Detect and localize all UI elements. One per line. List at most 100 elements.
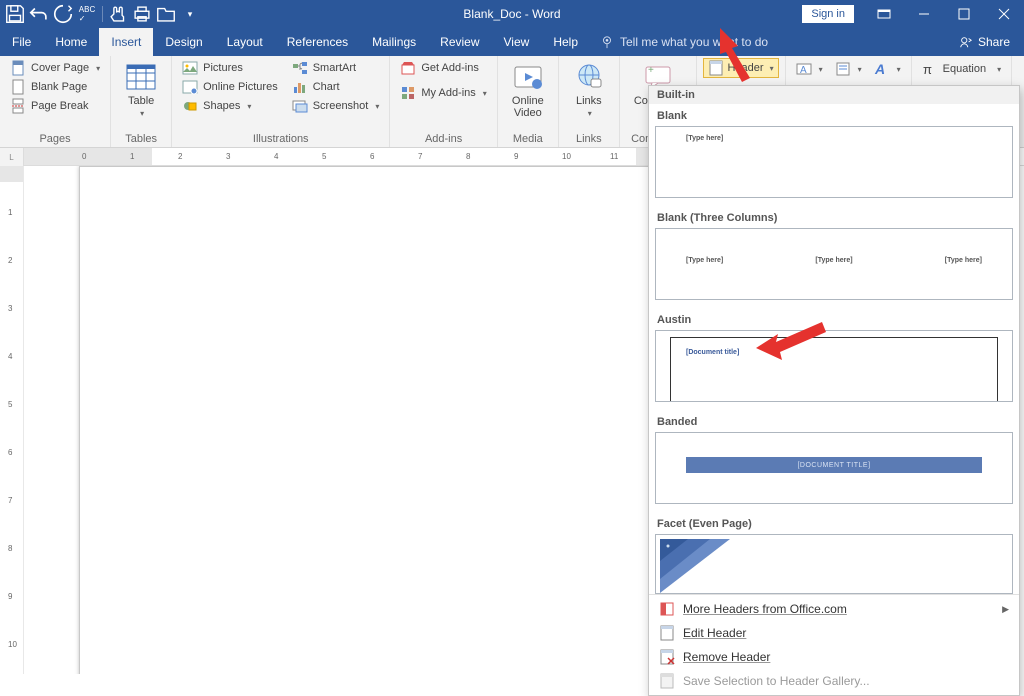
tab-design[interactable]: Design <box>153 28 214 56</box>
ruler-corner: L <box>0 148 24 166</box>
vertical-ruler[interactable]: 12345678910 <box>0 166 24 674</box>
smartart-icon <box>292 60 308 76</box>
group-label-media: Media <box>498 133 558 147</box>
chevron-right-icon: ▶ <box>1002 604 1009 615</box>
online-video-label: Online Video <box>512 95 544 119</box>
tab-home[interactable]: Home <box>43 28 99 56</box>
equation-button[interactable]: π Equation▾ <box>918 60 1005 78</box>
svg-text:A: A <box>800 65 807 76</box>
tab-references[interactable]: References <box>275 28 360 56</box>
office-icon <box>659 601 675 617</box>
gallery-item-banded[interactable]: [DOCUMENT TITLE] <box>655 432 1013 504</box>
cover-page-button[interactable]: Cover Page▾ <box>6 59 104 77</box>
folder-icon[interactable] <box>155 3 177 25</box>
tab-help[interactable]: Help <box>541 28 590 56</box>
gallery-item-austin[interactable]: [Document title] <box>655 330 1013 402</box>
screenshot-button[interactable]: Screenshot▾ <box>288 97 384 115</box>
close-icon[interactable] <box>984 0 1024 28</box>
video-icon <box>512 61 544 93</box>
tab-insert[interactable]: Insert <box>99 28 153 56</box>
tab-layout[interactable]: Layout <box>215 28 275 56</box>
group-addins: Get Add-ins My Add-ins▾ Add-ins <box>390 56 497 147</box>
qat-customize-icon[interactable]: ▾ <box>179 3 201 25</box>
remove-header-icon <box>659 649 675 665</box>
gallery-section-heading: Built-in <box>649 86 1019 104</box>
group-label-addins: Add-ins <box>390 133 496 147</box>
equation-icon: π <box>922 61 938 77</box>
save-gallery-icon <box>659 673 675 689</box>
quick-parts-button[interactable]: ▾ <box>831 60 866 78</box>
share-button[interactable]: Share <box>945 28 1024 56</box>
links-icon <box>573 61 605 93</box>
redo-icon[interactable] <box>52 3 74 25</box>
gallery-item-blank-three-columns[interactable]: [Type here] [Type here] [Type here] <box>655 228 1013 300</box>
online-pictures-icon <box>182 79 198 95</box>
store-icon <box>400 60 416 76</box>
svg-text:π: π <box>923 62 932 77</box>
chart-button[interactable]: Chart <box>288 78 384 96</box>
tab-mailings[interactable]: Mailings <box>360 28 428 56</box>
page-break-icon <box>10 98 26 114</box>
banded-title-bar: [DOCUMENT TITLE] <box>686 457 982 473</box>
links-button[interactable]: Links▾ <box>565 59 613 121</box>
gallery-item-facet-even[interactable] <box>655 534 1013 594</box>
smartart-button[interactable]: SmartArt <box>288 59 384 77</box>
gallery-item-label: Blank (Three Columns) <box>655 206 1013 228</box>
tab-file[interactable]: File <box>0 28 43 56</box>
undo-icon[interactable] <box>28 3 50 25</box>
page-break-button[interactable]: Page Break <box>6 97 104 115</box>
quickparts-icon <box>835 61 851 77</box>
edit-header-icon <box>659 625 675 641</box>
annotation-arrow-middle <box>756 314 826 369</box>
minimize-icon[interactable] <box>904 0 944 28</box>
facet-triangle-icon <box>660 539 730 593</box>
online-video-button[interactable]: Online Video <box>504 59 552 121</box>
spelling-icon[interactable]: ABC✓ <box>76 3 98 25</box>
group-illustrations: Pictures Online Pictures Shapes▾ SmartAr… <box>172 56 390 147</box>
signin-button[interactable]: Sign in <box>802 5 854 23</box>
header-gallery-dropdown: Built-in Blank [Type here] Blank (Three … <box>648 85 1020 696</box>
table-button[interactable]: Table▾ <box>117 59 165 121</box>
ribbon-display-icon[interactable] <box>864 0 904 28</box>
edit-header-button[interactable]: Edit Header <box>649 621 1019 645</box>
addins-icon <box>400 85 416 101</box>
gallery-item-label: Banded <box>655 410 1013 432</box>
group-label-pages: Pages <box>0 133 110 147</box>
table-icon <box>125 61 157 93</box>
annotation-arrow-top <box>720 28 780 88</box>
group-links: Links▾ Links <box>559 56 620 147</box>
hand-icon[interactable] <box>107 3 129 25</box>
tab-view[interactable]: View <box>492 28 542 56</box>
svg-text:+: + <box>648 65 654 76</box>
my-addins-button[interactable]: My Add-ins▾ <box>396 84 490 102</box>
pictures-button[interactable]: Pictures <box>178 59 282 77</box>
gallery-item-blank[interactable]: [Type here] <box>655 126 1013 198</box>
group-tables: Table▾ Tables <box>111 56 172 147</box>
chart-icon <box>292 79 308 95</box>
gallery-scroll[interactable]: Blank [Type here] Blank (Three Columns) … <box>649 104 1019 594</box>
save-to-gallery-button: Save Selection to Header Gallery... <box>649 669 1019 693</box>
print-icon[interactable] <box>131 3 153 25</box>
blank-page-icon <box>10 79 26 95</box>
blank-page-button[interactable]: Blank Page <box>6 78 104 96</box>
maximize-icon[interactable] <box>944 0 984 28</box>
save-icon[interactable] <box>4 3 26 25</box>
quick-access-toolbar: ABC✓ ▾ <box>0 3 205 25</box>
group-label-tables: Tables <box>111 133 171 147</box>
ribbon-tabs: File Home Insert Design Layout Reference… <box>0 28 1024 56</box>
group-label-links: Links <box>559 133 619 147</box>
page[interactable] <box>79 166 649 674</box>
remove-header-button[interactable]: Remove Header <box>649 645 1019 669</box>
qat-separator <box>102 6 103 22</box>
more-headers-button[interactable]: More Headers from Office.com ▶ <box>649 597 1019 621</box>
window-title: Blank_Doc - Word <box>463 7 560 21</box>
screenshot-icon <box>292 98 308 114</box>
tab-review[interactable]: Review <box>428 28 491 56</box>
online-pictures-button[interactable]: Online Pictures <box>178 78 282 96</box>
wordart-button[interactable]: A▾ <box>870 60 905 78</box>
cover-page-icon <box>10 60 26 76</box>
group-pages: Cover Page▾ Blank Page Page Break Pages <box>0 56 111 147</box>
get-addins-button[interactable]: Get Add-ins <box>396 59 490 77</box>
text-box-button[interactable]: A▾ <box>792 60 827 78</box>
shapes-button[interactable]: Shapes▾ <box>178 97 282 115</box>
